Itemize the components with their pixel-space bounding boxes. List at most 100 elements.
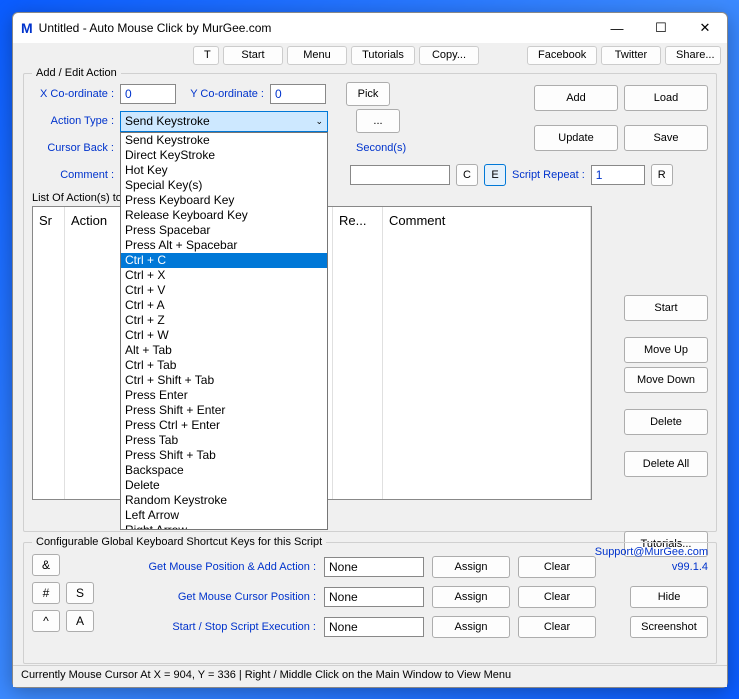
window-title: Untitled - Auto Mouse Click by MurGee.co… <box>39 21 595 35</box>
dropdown-option[interactable]: Ctrl + Z <box>121 313 327 328</box>
moveup-button[interactable]: Move Up <box>624 337 708 363</box>
assign3-button[interactable]: Assign <box>432 616 510 638</box>
shortcut-row-3: Start / Stop Script Execution : Assign C… <box>104 614 708 640</box>
action-type-dropdown[interactable]: Send KeystrokeDirect KeyStrokeHot KeySpe… <box>120 132 328 530</box>
chevron-down-icon: ⌄ <box>315 116 323 127</box>
dropdown-option[interactable]: Ctrl + C <box>121 253 327 268</box>
dropdown-option[interactable]: Press Shift + Tab <box>121 448 327 463</box>
comment-label: Comment : <box>32 169 114 181</box>
delete-button[interactable]: Delete <box>624 409 708 435</box>
toolbar-start-button[interactable]: Start <box>223 46 283 65</box>
hash-button[interactable]: # <box>32 582 60 604</box>
close-button[interactable]: ✕ <box>683 13 727 43</box>
clear1-button[interactable]: Clear <box>518 556 596 578</box>
col-repeat[interactable]: Re... <box>333 207 383 499</box>
combo-box[interactable]: Send Keystroke ⌄ <box>120 111 328 132</box>
shortcut2-input[interactable] <box>324 587 424 607</box>
clear2-button[interactable]: Clear <box>518 586 596 608</box>
dropdown-option[interactable]: Left Arrow <box>121 508 327 523</box>
x-label: X Co-ordinate : <box>32 88 114 100</box>
amp-button[interactable]: & <box>32 554 60 576</box>
dropdown-option[interactable]: Random Keystroke <box>121 493 327 508</box>
content-area: Add / Edit Action Add Load Update Save X… <box>13 67 727 665</box>
x-input[interactable] <box>120 84 176 104</box>
toolbar-twitter-button[interactable]: Twitter <box>601 46 661 65</box>
col-sr[interactable]: Sr <box>33 207 65 499</box>
start-button[interactable]: Start <box>624 295 708 321</box>
update-button[interactable]: Update <box>534 125 618 151</box>
save-button[interactable]: Save <box>624 125 708 151</box>
screenshot-button[interactable]: Screenshot <box>630 616 708 638</box>
col-comment[interactable]: Comment <box>383 207 591 499</box>
shortcut-row-2: Get Mouse Cursor Position : Assign Clear… <box>104 584 708 610</box>
action-type-combo[interactable]: Send Keystroke ⌄ Send KeystrokeDirect Ke… <box>120 111 328 132</box>
dropdown-option[interactable]: Press Shift + Enter <box>121 403 327 418</box>
dropdown-option[interactable]: Ctrl + Tab <box>121 358 327 373</box>
dropdown-option[interactable]: Ctrl + A <box>121 298 327 313</box>
toolbar-menu-button[interactable]: Menu <box>287 46 347 65</box>
r-button[interactable]: R <box>651 164 673 186</box>
caret-button[interactable]: ^ <box>32 610 60 632</box>
dropdown-option[interactable]: Ctrl + Shift + Tab <box>121 373 327 388</box>
toolbar-t-button[interactable]: T <box>193 46 219 65</box>
add-edit-fieldset: Add / Edit Action Add Load Update Save X… <box>23 67 717 532</box>
dropdown-option[interactable]: Hot Key <box>121 163 327 178</box>
add-button[interactable]: Add <box>534 85 618 111</box>
status-bar: Currently Mouse Cursor At X = 904, Y = 3… <box>13 665 727 687</box>
a-button[interactable]: A <box>66 610 94 632</box>
combo-selected: Send Keystroke <box>125 114 210 128</box>
shortcut1-input[interactable] <box>324 557 424 577</box>
shortcut2-label: Get Mouse Cursor Position : <box>104 591 316 603</box>
dropdown-option[interactable]: Press Spacebar <box>121 223 327 238</box>
assign1-button[interactable]: Assign <box>432 556 510 578</box>
app-icon: M <box>21 20 33 36</box>
toolbar-tutorials-button[interactable]: Tutorials <box>351 46 415 65</box>
toolbar-share-button[interactable]: Share... <box>665 46 721 65</box>
e-button[interactable]: E <box>484 164 506 186</box>
hide-button[interactable]: Hide <box>630 586 708 608</box>
s-button[interactable]: S <box>66 582 94 604</box>
dropdown-option[interactable]: Ctrl + V <box>121 283 327 298</box>
dropdown-option[interactable]: Press Alt + Spacebar <box>121 238 327 253</box>
toolbar-copy-button[interactable]: Copy... <box>419 46 479 65</box>
dropdown-option[interactable]: Backspace <box>121 463 327 478</box>
dropdown-option[interactable]: Special Key(s) <box>121 178 327 193</box>
y-input[interactable] <box>270 84 326 104</box>
shortcut1-label: Get Mouse Position & Add Action : <box>104 561 316 573</box>
dropdown-option[interactable]: Release Keyboard Key <box>121 208 327 223</box>
maximize-button[interactable]: ☐ <box>639 13 683 43</box>
c-button[interactable]: C <box>456 164 478 186</box>
clear3-button[interactable]: Clear <box>518 616 596 638</box>
load-button[interactable]: Load <box>624 85 708 111</box>
dropdown-option[interactable]: Press Tab <box>121 433 327 448</box>
movedown-button[interactable]: Move Down <box>624 367 708 393</box>
y-label: Y Co-ordinate : <box>182 88 264 100</box>
dropdown-option[interactable]: Press Ctrl + Enter <box>121 418 327 433</box>
dropdown-option[interactable]: Delete <box>121 478 327 493</box>
titlebar: M Untitled - Auto Mouse Click by MurGee.… <box>13 13 727 43</box>
shortcut3-label: Start / Stop Script Execution : <box>104 621 316 633</box>
support-link[interactable]: Support@MurGee.com <box>595 546 708 558</box>
toolbar-facebook-button[interactable]: Facebook <box>527 46 597 65</box>
dropdown-option[interactable]: Direct KeyStroke <box>121 148 327 163</box>
shortcuts-legend: Configurable Global Keyboard Shortcut Ke… <box>32 536 326 548</box>
version-label: v99.1.4 <box>672 561 708 573</box>
dropdown-option[interactable]: Press Enter <box>121 388 327 403</box>
minimize-button[interactable]: — <box>595 13 639 43</box>
dropdown-option[interactable]: Right Arrow <box>121 523 327 530</box>
dropdown-option[interactable]: Ctrl + W <box>121 328 327 343</box>
comment-input[interactable] <box>350 165 450 185</box>
dropdown-option[interactable]: Alt + Tab <box>121 343 327 358</box>
dropdown-option[interactable]: Press Keyboard Key <box>121 193 327 208</box>
seconds-label: Second(s) <box>356 142 406 154</box>
dots-button[interactable]: ... <box>356 109 400 133</box>
deleteall-button[interactable]: Delete All <box>624 451 708 477</box>
script-repeat-input[interactable] <box>591 165 645 185</box>
shortcut3-input[interactable] <box>324 617 424 637</box>
toolbar: T Start Menu Tutorials Copy... Facebook … <box>13 43 727 67</box>
pick-button[interactable]: Pick <box>346 82 390 106</box>
dropdown-option[interactable]: Ctrl + X <box>121 268 327 283</box>
shortcuts-fieldset: Configurable Global Keyboard Shortcut Ke… <box>23 536 717 664</box>
dropdown-option[interactable]: Send Keystroke <box>121 133 327 148</box>
assign2-button[interactable]: Assign <box>432 586 510 608</box>
